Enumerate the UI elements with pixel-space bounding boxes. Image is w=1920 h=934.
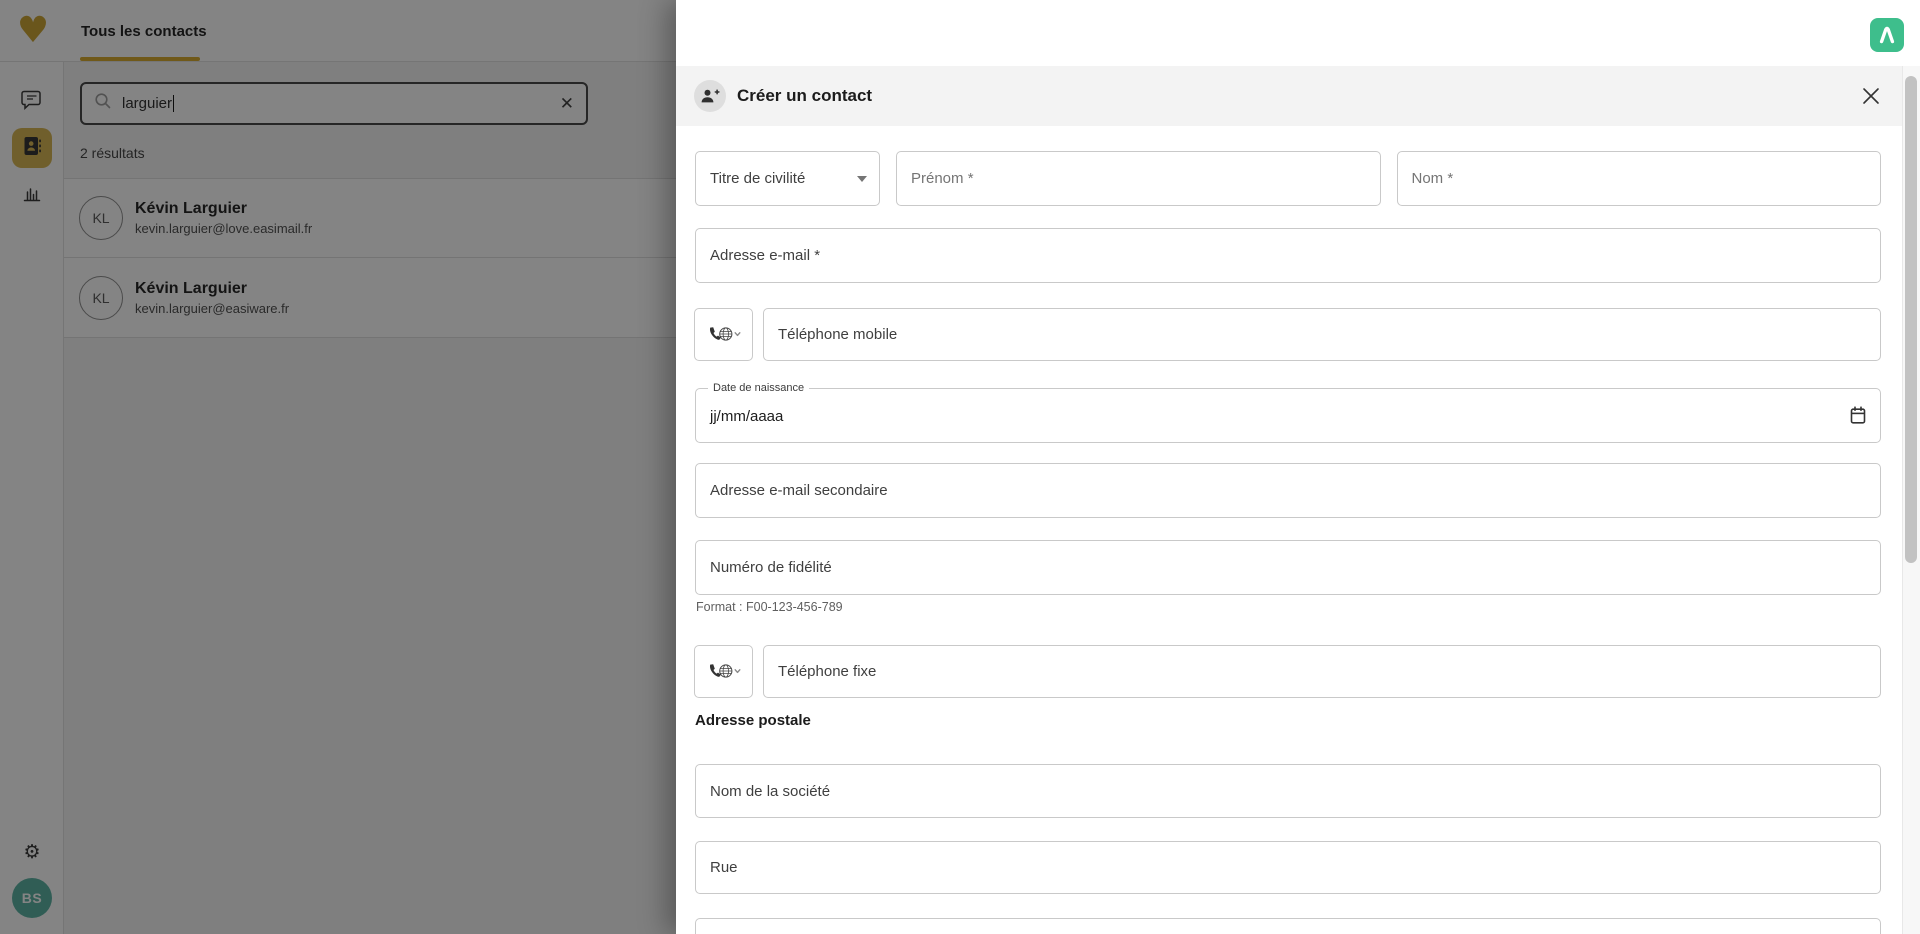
last-name-field[interactable] bbox=[1397, 151, 1882, 206]
first-name-field[interactable] bbox=[896, 151, 1381, 206]
chevron-down-icon bbox=[857, 176, 867, 182]
calendar-icon[interactable] bbox=[1850, 406, 1866, 430]
close-icon[interactable] bbox=[1857, 82, 1885, 110]
email-field[interactable] bbox=[695, 228, 1881, 283]
secondary-email-field[interactable] bbox=[695, 463, 1881, 518]
civility-select-label: Titre de civilité bbox=[710, 170, 805, 187]
company-name-field[interactable] bbox=[695, 764, 1881, 818]
loyalty-format-hint: Format : F00-123-456-789 bbox=[696, 600, 843, 614]
name-row: Titre de civilité bbox=[695, 151, 1881, 206]
landline-country-selector[interactable] bbox=[694, 645, 753, 698]
drawer-header: Créer un contact bbox=[676, 66, 1920, 126]
landline-phone-field[interactable] bbox=[763, 645, 1881, 698]
postal-address-heading: Adresse postale bbox=[695, 712, 811, 729]
birthdate-field[interactable]: Date de naissance jj/mm/aaaa bbox=[695, 388, 1881, 443]
mobile-country-selector[interactable] bbox=[694, 308, 753, 361]
create-contact-drawer: Créer un contact Titre de civilité Date … bbox=[676, 0, 1920, 934]
assistant-icon[interactable] bbox=[1870, 18, 1904, 52]
loyalty-number-field[interactable] bbox=[695, 540, 1881, 595]
screen: ♥ Tous les contacts ⚙ bbox=[0, 0, 1920, 934]
scrollbar-thumb[interactable] bbox=[1905, 76, 1917, 563]
street-field[interactable] bbox=[695, 841, 1881, 894]
mobile-phone-field[interactable] bbox=[763, 308, 1881, 361]
drawer-title: Créer un contact bbox=[737, 86, 872, 106]
person-add-icon bbox=[694, 80, 726, 112]
civility-select[interactable]: Titre de civilité bbox=[695, 151, 880, 206]
next-address-field-partial[interactable] bbox=[695, 918, 1881, 934]
birthdate-value: jj/mm/aaaa bbox=[710, 389, 783, 444]
